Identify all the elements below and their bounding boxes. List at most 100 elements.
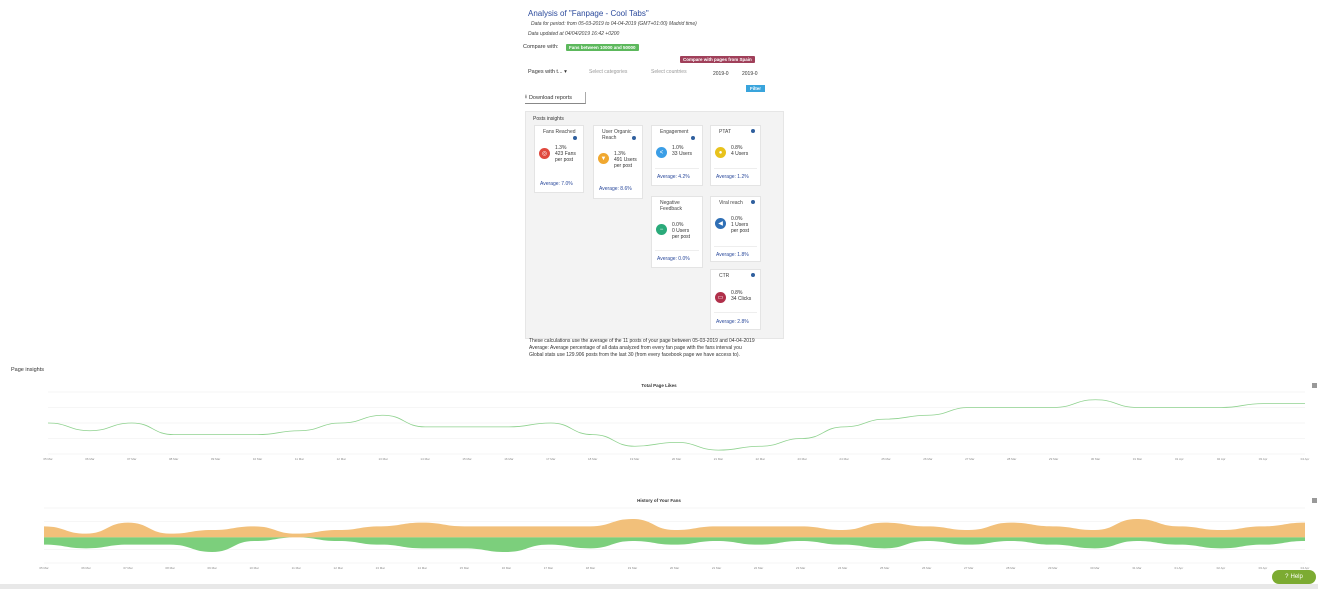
x-tick-label: 09 Mar	[207, 566, 216, 570]
x-tick-label: 29 Mar	[1049, 457, 1058, 461]
x-tick-label: 21 Mar	[712, 566, 721, 570]
note-line: Average: Average percentage of all data …	[529, 345, 742, 351]
x-tick-label: 16 Mar	[504, 457, 513, 461]
chart-menu-icon[interactable]	[1312, 498, 1317, 503]
chat-icon: ●	[715, 147, 726, 158]
x-tick-label: 03 Apr	[1259, 457, 1268, 461]
x-tick-label: 07 Mar	[127, 457, 136, 461]
x-tick-label: 03 Apr	[1259, 566, 1268, 570]
date-from-input[interactable]: 2019-0	[713, 71, 729, 77]
x-tick-label: 24 Mar	[839, 457, 848, 461]
x-tick-label: 16 Mar	[502, 566, 511, 570]
pages-filter[interactable]: Pages with t... ▾	[528, 69, 567, 75]
x-tick-label: 31 Mar	[1133, 457, 1142, 461]
chart-title-fans: History of Your Fans	[637, 498, 681, 503]
card-engagement[interactable]: Engagement < 1.0% 33 Users Average: 4.2%	[651, 125, 703, 186]
help-button[interactable]: ? Help	[1272, 570, 1316, 584]
chart-title-likes: Total Page Likes	[641, 383, 677, 388]
card-average: Average: 8.6%	[599, 186, 632, 192]
x-tick-label: 11 Mar	[292, 566, 301, 570]
card-ctr[interactable]: CTR ▭ 0.8% 34 Clicks Average: 2.8%	[710, 269, 761, 330]
info-icon[interactable]	[751, 200, 755, 204]
x-tick-label: 06 Mar	[85, 457, 94, 461]
info-icon[interactable]	[691, 136, 695, 140]
info-icon[interactable]	[751, 273, 755, 277]
minus-circle-icon: −	[656, 224, 667, 235]
divider	[655, 250, 699, 251]
card-average: Average: 1.8%	[716, 252, 749, 258]
filter-button[interactable]: Filter	[746, 85, 766, 92]
x-tick-label: 08 Mar	[165, 566, 174, 570]
card-average: Average: 0.0%	[657, 256, 690, 262]
date-to-input[interactable]: 2019-0	[742, 71, 758, 77]
download-reports-button[interactable]: ⭳ Download reports	[525, 92, 586, 104]
card-value: 1.0% 33 Users	[672, 145, 693, 157]
card-negative-feedback[interactable]: Negative Feedback − 0.0% 0 Users per post A…	[651, 196, 703, 268]
x-tick-label: 31 Mar	[1132, 566, 1141, 570]
chevron-down-icon: ▾	[564, 69, 567, 75]
x-tick-label: 20 Mar	[672, 457, 681, 461]
card-title: Fans Reached	[543, 129, 576, 135]
x-tick-label: 20 Mar	[670, 566, 679, 570]
countries-select[interactable]: Select countries	[651, 69, 687, 75]
x-tick-label: 29 Mar	[1048, 566, 1057, 570]
divider	[714, 312, 757, 313]
info-icon[interactable]	[751, 129, 755, 133]
info-icon[interactable]	[632, 136, 636, 140]
x-tick-label: 14 Mar	[420, 457, 429, 461]
card-title: Engagement	[660, 129, 689, 135]
divider	[714, 168, 757, 169]
x-tick-label: 23 Mar	[798, 457, 807, 461]
card-value: 1.3% 491 Users per post	[614, 151, 637, 169]
x-tick-label: 25 Mar	[881, 457, 890, 461]
x-tick-label: 30 Mar	[1091, 457, 1100, 461]
card-ptat[interactable]: PTAT ● 0.8% 4 Users Average: 1.2%	[710, 125, 761, 186]
x-tick-label: 02 Apr	[1217, 457, 1226, 461]
page-title: Analysis of "Fanpage - Cool Tabs"	[528, 9, 649, 18]
card-title: CTR	[719, 273, 730, 279]
x-tick-label: 23 Mar	[796, 566, 805, 570]
card-user-organic-reach[interactable]: User Organic Reach ▼ 1.3% 491 Users per pos…	[593, 125, 643, 199]
card-value: 0.8% 4 Users	[731, 145, 749, 157]
categories-select[interactable]: Select categories	[589, 69, 627, 75]
fans-series-negative	[44, 537, 1305, 552]
target-icon: ◎	[539, 148, 550, 159]
posts-insights-title: Posts insights	[533, 116, 564, 122]
x-tick-label: 18 Mar	[586, 566, 595, 570]
x-tick-label: 26 Mar	[922, 566, 931, 570]
chart-menu-icon[interactable]	[1312, 383, 1317, 388]
card-title: Negative Feedback	[660, 200, 682, 212]
compare-badge[interactable]: Fans between 10000 and 50000	[566, 44, 639, 51]
card-viral-reach[interactable]: Viral reach ◀ 0.0% 1 Users per post Averag…	[710, 196, 761, 262]
card-fans-reached[interactable]: Fans Reached ◎ 1.3% 423 Fans per post Aver…	[534, 125, 584, 193]
x-tick-label: 27 Mar	[964, 566, 973, 570]
card-average: Average: 4.2%	[657, 174, 690, 180]
share-icon: <	[656, 147, 667, 158]
x-tick-label: 17 Mar	[546, 457, 555, 461]
note-line: Global stats use 129.906 posts from the …	[529, 352, 740, 358]
x-tick-label: 15 Mar	[460, 566, 469, 570]
compare-spain-button[interactable]: Compare with pages from Spain	[680, 56, 755, 63]
card-title: Viral reach	[719, 200, 743, 206]
x-tick-label: 05 Mar	[43, 457, 52, 461]
x-tick-label: 10 Mar	[253, 457, 262, 461]
fans-chart: 05 Mar 06 Mar 07 Mar 08 Mar 09 Mar 10 Mar 11 M…	[39, 507, 1309, 570]
x-tick-label: 27 Mar	[965, 457, 974, 461]
x-tick-label: 04 Apr	[1301, 457, 1310, 461]
info-icon[interactable]	[573, 136, 577, 140]
card-average: Average: 2.8%	[716, 319, 749, 325]
horizontal-scrollbar[interactable]	[0, 584, 1318, 589]
screen-icon: ▭	[715, 292, 726, 303]
card-value: 1.3% 423 Fans per post	[555, 145, 576, 163]
updated-text: Data updated at 04/04/2019 16:42 +0200	[528, 31, 620, 37]
x-tick-label: 05 Mar	[39, 566, 48, 570]
card-average: Average: 1.2%	[716, 174, 749, 180]
x-tick-label: 11 Mar	[295, 457, 304, 461]
x-tick-label: 22 Mar	[756, 457, 765, 461]
x-tick-label: 12 Mar	[334, 566, 343, 570]
divider	[714, 246, 757, 247]
pages-filter-label: Pages with t...	[528, 69, 563, 75]
x-tick-label: 17 Mar	[544, 566, 553, 570]
x-tick-label: 14 Mar	[418, 566, 427, 570]
x-tick-label: 24 Mar	[838, 566, 847, 570]
